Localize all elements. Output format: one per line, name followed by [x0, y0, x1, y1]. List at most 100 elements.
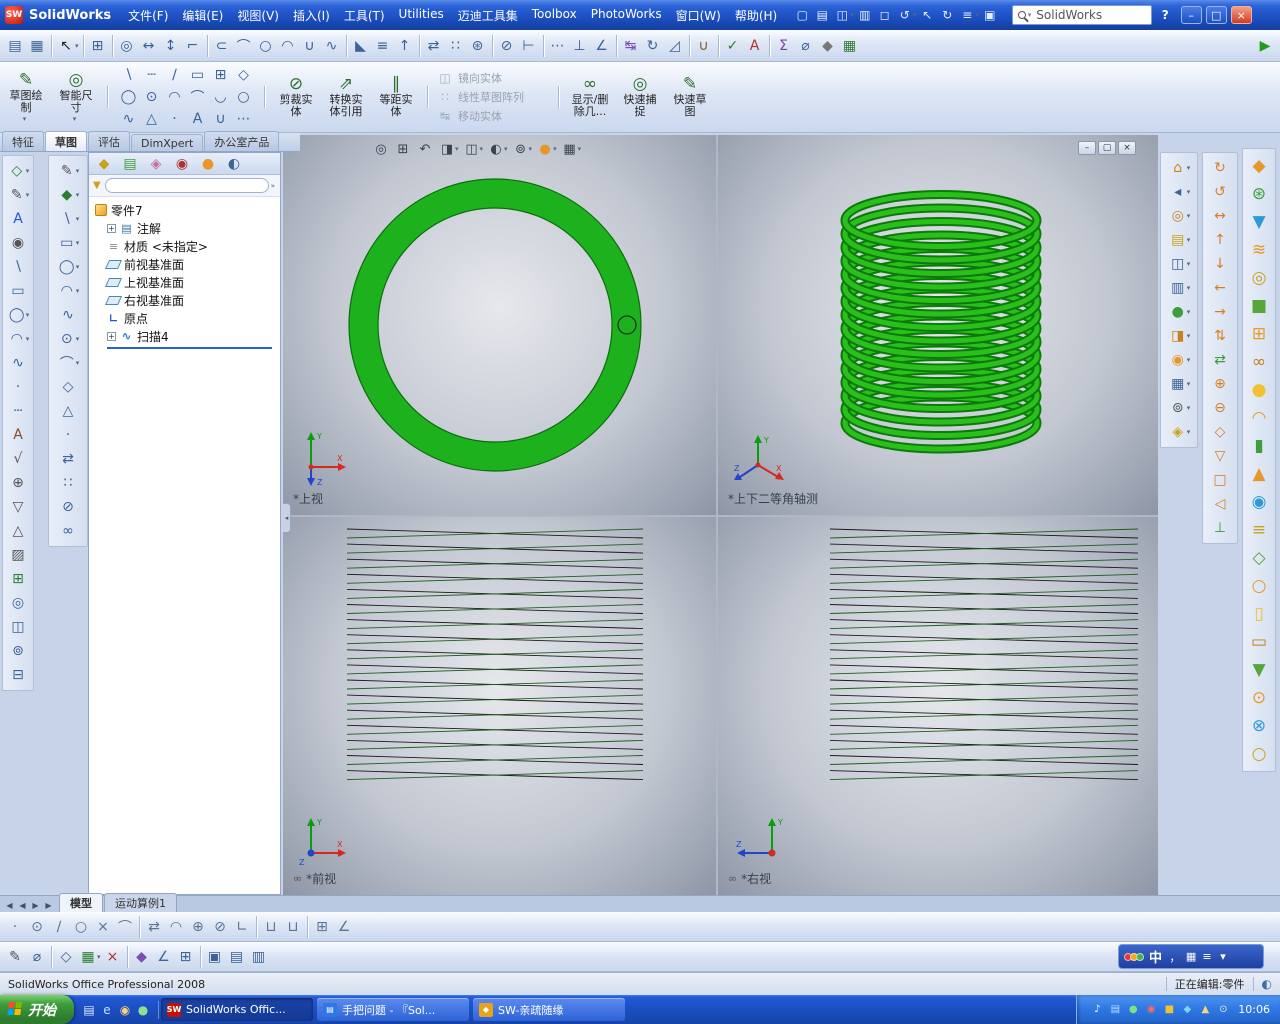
featuremanager-icon[interactable]: ◆	[93, 153, 115, 175]
offset-entities-icon[interactable]: ≡	[372, 35, 394, 57]
point-icon[interactable]: ·	[7, 376, 29, 398]
corner-rectangle-icon[interactable]: ▭	[187, 64, 209, 86]
cmtab-4[interactable]: 办公室产品	[204, 131, 280, 151]
display-box-2-icon[interactable]: ▤	[226, 946, 248, 968]
up-icon[interactable]: ↑	[1209, 229, 1231, 251]
tree-item-top-plane[interactable]: 上视基准面	[91, 273, 278, 291]
trim-tool-icon[interactable]: ⊘	[209, 916, 231, 938]
datum-icon[interactable]: ▽	[7, 496, 29, 518]
internet-explorer-icon[interactable]: e	[98, 1001, 116, 1019]
madi-key-icon[interactable]: ▭	[1246, 629, 1272, 655]
dimension-icon[interactable]: ✎	[6, 184, 28, 206]
circle-icon[interactable]: ◯	[56, 256, 78, 278]
circle-tool-icon[interactable]: ⊙	[26, 916, 48, 938]
clock[interactable]: 10:06	[1238, 1003, 1270, 1016]
help-book-icon[interactable]: ▣	[980, 5, 1000, 25]
madi-bearing-icon[interactable]: ◎	[1246, 265, 1272, 291]
sketch-pencil-icon[interactable]: ✎	[4, 946, 26, 968]
dimension-tool-icon[interactable]: ⌀	[26, 946, 48, 968]
line-tool-icon[interactable]: ∕	[48, 916, 70, 938]
centerpoint-arc-dropdown[interactable]: ▾	[76, 287, 80, 295]
maximize-button[interactable]: □	[1205, 6, 1227, 24]
mirror-entities-icon[interactable]: ⇄	[57, 448, 79, 470]
circle-dropdown[interactable]: ▾	[76, 263, 80, 271]
edit-appearance-dropdown[interactable]: ▾	[553, 145, 557, 153]
front-view-icon[interactable]: □	[1209, 469, 1231, 491]
madi-pump-icon[interactable]: ◉	[1246, 489, 1272, 515]
section-view-dropdown[interactable]: ▾	[455, 145, 459, 153]
menu-item-3[interactable]: 插入(I)	[286, 4, 337, 27]
arc2-tool-icon[interactable]: ◠	[165, 916, 187, 938]
hatch-icon[interactable]: ▨	[7, 544, 29, 566]
scene-icon[interactable]: ▦	[1167, 373, 1189, 395]
line-icon[interactable]: ∖	[118, 64, 140, 86]
rotate-view-icon[interactable]: ↻	[1209, 157, 1231, 179]
helix-right-profile[interactable]	[829, 528, 1139, 781]
vertical-dimension-icon[interactable]: ↕	[160, 35, 182, 57]
undo-dropdown[interactable]: ▾	[913, 11, 917, 19]
expand-toggle[interactable]: +	[107, 223, 116, 233]
play-icon[interactable]: ▶	[1254, 35, 1276, 57]
display-relations-icon[interactable]: ∞	[57, 520, 79, 542]
balloon-icon[interactable]: ◉	[7, 232, 29, 254]
wireframe-dropdown[interactable]: ▾	[1187, 284, 1191, 292]
globe-icon[interactable]: ◐	[1262, 977, 1272, 991]
measure-icon[interactable]: ⌀	[795, 35, 817, 57]
arc-tool-icon[interactable]: ⌒	[114, 916, 136, 938]
madi-motor-icon[interactable]: ■	[1246, 293, 1272, 319]
view-orientation-icon[interactable]: ◫	[462, 139, 482, 159]
camera-dropdown[interactable]: ▾	[1187, 404, 1191, 412]
spline-icon[interactable]: ∿	[57, 304, 79, 326]
scale-entities-icon[interactable]: ◿	[664, 35, 686, 57]
angle-tool-icon[interactable]: ∠	[333, 916, 355, 938]
volume-icon[interactable]: ♪	[1089, 1002, 1105, 1018]
sketch-dropdown[interactable]: ▾	[23, 115, 27, 123]
open-part-dropdown[interactable]: ▾	[1187, 236, 1191, 244]
madi-washer-icon[interactable]: ○	[1246, 573, 1272, 599]
plane-tool-icon[interactable]: ◇	[55, 946, 77, 968]
madi-gear-icon[interactable]: ⊛	[1246, 181, 1272, 207]
left-icon[interactable]: ←	[1209, 277, 1231, 299]
new-document-icon[interactable]: ▢	[792, 5, 812, 25]
madi-chain-icon[interactable]: ∞	[1246, 349, 1272, 375]
sketch-dropdown[interactable]: ▾	[76, 191, 80, 199]
show-desktop-icon[interactable]: ▤	[80, 1001, 98, 1019]
madi-cam-icon[interactable]: ●	[1246, 377, 1272, 403]
menu-item-8[interactable]: PhotoWorks	[584, 4, 669, 27]
previous-view-icon[interactable]: ◂	[1167, 181, 1189, 203]
add-relation-icon[interactable]: ⊥	[569, 35, 591, 57]
dimension-dropdown[interactable]: ▾	[26, 191, 30, 199]
madi-seal-icon[interactable]: ○	[1246, 741, 1272, 767]
rapid-sketch-button[interactable]: ✎ 快速草图	[668, 73, 712, 121]
centerline-icon[interactable]: ┄	[141, 64, 163, 86]
linear-pattern-icon[interactable]: ∷	[57, 472, 79, 494]
section-view-icon[interactable]: ◨	[1167, 325, 1189, 347]
straight-slot-icon[interactable]: ⊂	[211, 35, 233, 57]
grid-system-icon[interactable]: ⊞	[87, 35, 109, 57]
menu-item-10[interactable]: 帮助(H)	[728, 4, 784, 27]
madi-frame-icon[interactable]: ⊞	[1246, 321, 1272, 347]
ordinate-dimension-icon[interactable]: ⌐	[182, 35, 204, 57]
drafting-grid-icon[interactable]: ▦	[26, 35, 48, 57]
right-icon[interactable]: →	[1209, 301, 1231, 323]
search-dropdown[interactable]: ▾	[1028, 11, 1032, 19]
lights-dropdown[interactable]: ▾	[1187, 428, 1191, 436]
madi-pin-icon[interactable]: ▯	[1246, 601, 1272, 627]
network-icon[interactable]: ▤	[1107, 1002, 1123, 1018]
text-icon[interactable]: A	[7, 424, 29, 446]
cmtab-1[interactable]: 草图	[45, 131, 87, 151]
print-preview-icon[interactable]: ◻	[875, 5, 895, 25]
tree-item-right-plane[interactable]: 右视基准面	[91, 291, 278, 309]
display-box-3-icon[interactable]: ▥	[248, 946, 270, 968]
rollback-bar[interactable]	[107, 347, 272, 349]
tree-item-annotations[interactable]: + ▤ 注解	[91, 219, 278, 237]
perimeter-circle-icon[interactable]: ⊙	[141, 86, 163, 108]
swap-icon[interactable]: ⇄	[1209, 349, 1231, 371]
mirror-entities-icon[interactable]: ⇄	[423, 35, 445, 57]
spline-icon[interactable]: ∿	[321, 35, 343, 57]
mirror-tool-icon[interactable]: ⇄	[143, 916, 165, 938]
taskbar-task-chat[interactable]: ◆ SW-亲疏随缘	[473, 998, 625, 1021]
point-icon[interactable]: ·	[164, 108, 186, 130]
viewport-front[interactable]: Y X Z ∞ *前视	[283, 517, 716, 895]
design-table-icon[interactable]: ▦	[839, 35, 861, 57]
